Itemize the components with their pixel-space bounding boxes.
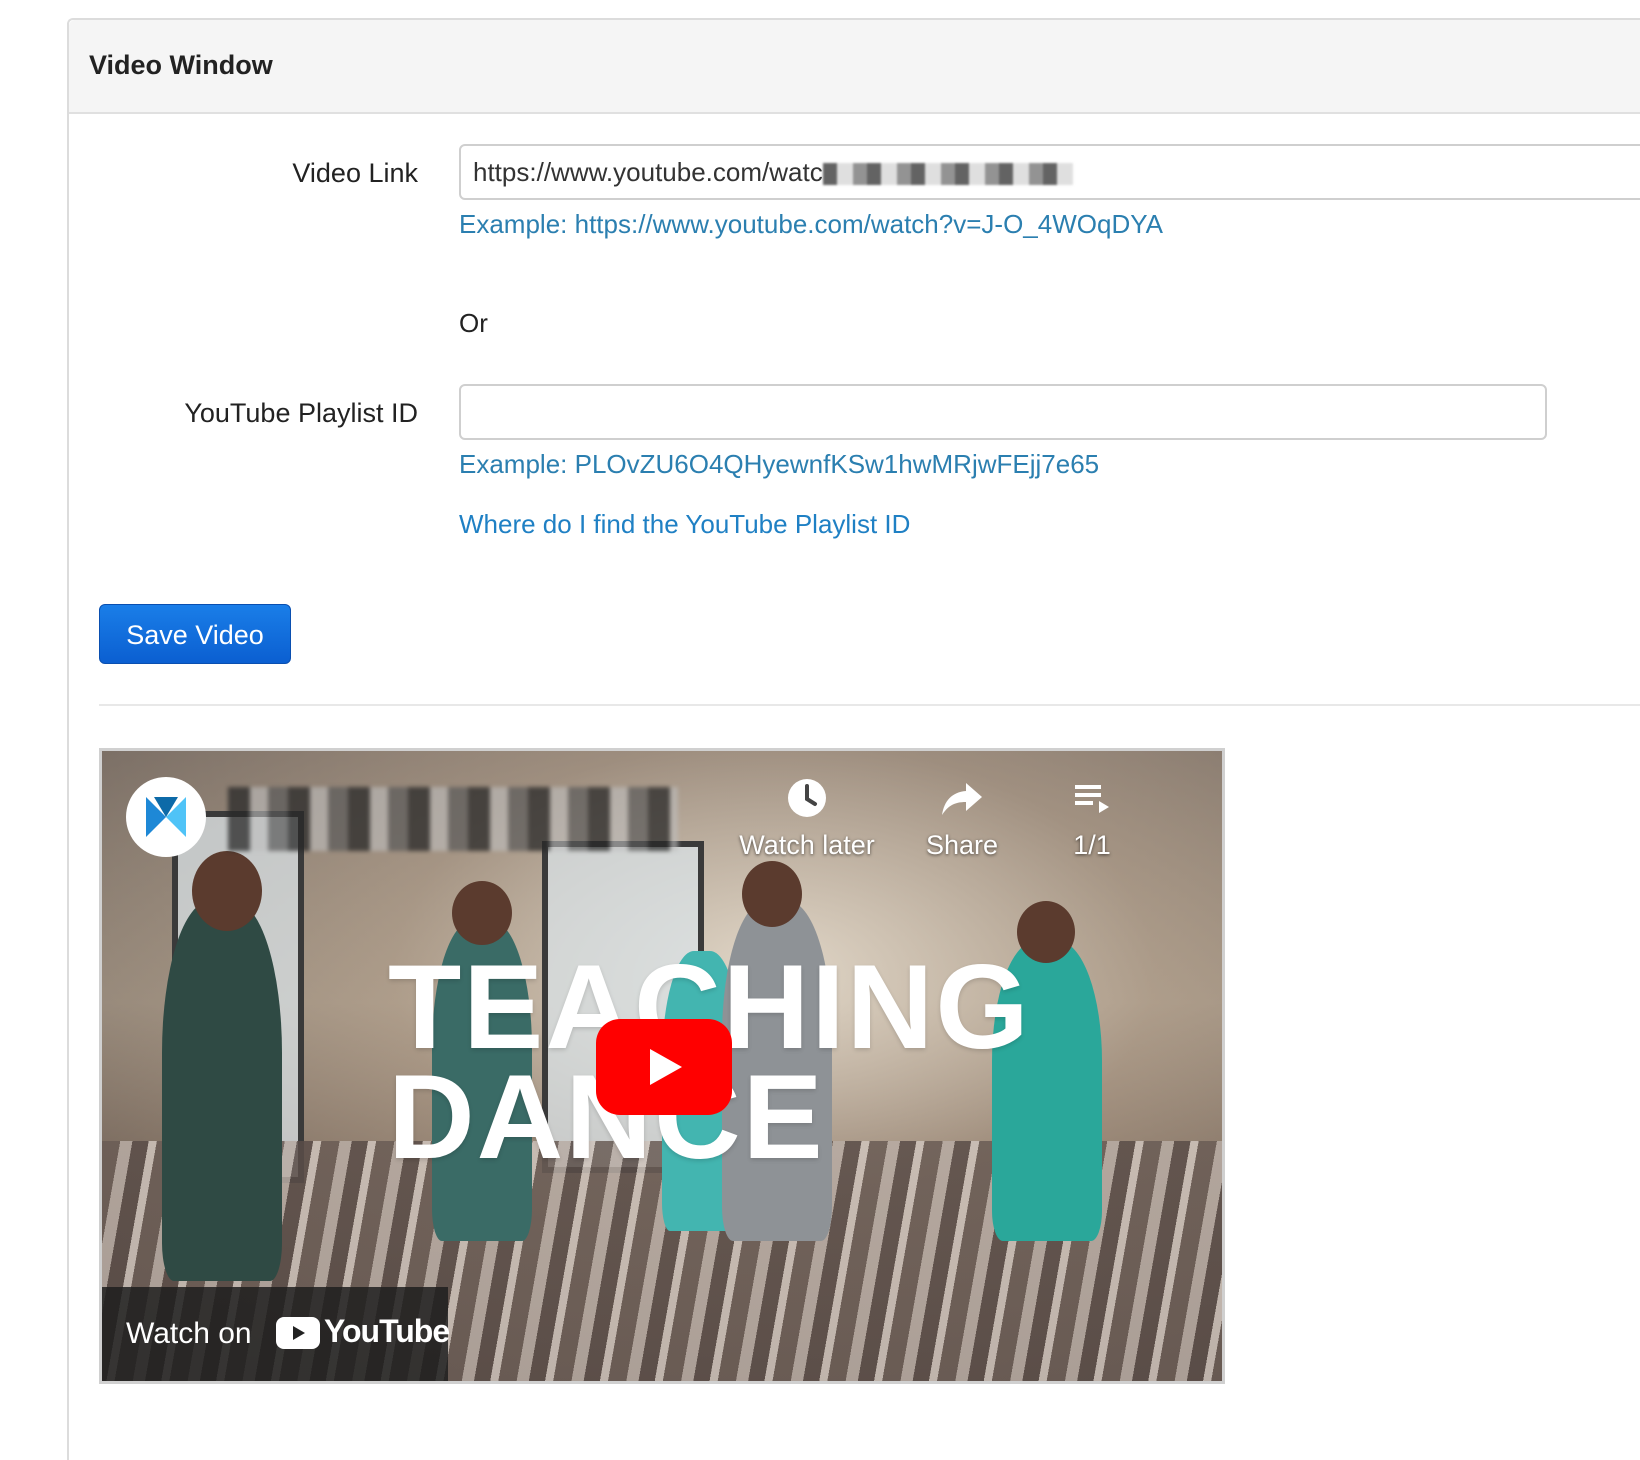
dancer-head bbox=[452, 881, 512, 945]
redacted-video-title bbox=[228, 787, 678, 851]
youtube-logo-icon bbox=[276, 1317, 320, 1349]
play-icon bbox=[650, 1049, 682, 1085]
playlist-button[interactable]: 1/1 bbox=[1042, 777, 1142, 861]
or-separator: Or bbox=[459, 308, 488, 338]
section-divider bbox=[99, 704, 1640, 706]
save-video-button[interactable]: Save Video bbox=[99, 604, 291, 664]
play-button[interactable] bbox=[596, 1019, 732, 1115]
clock-icon bbox=[788, 779, 826, 817]
share-button[interactable]: Share bbox=[907, 777, 1017, 861]
playlist-id-input[interactable] bbox=[459, 384, 1547, 440]
playlist-id-label: YouTube Playlist ID bbox=[184, 398, 418, 428]
redacted-url-segment bbox=[822, 163, 1073, 186]
playlist-id-help-link[interactable]: Where do I find the YouTube Playlist ID bbox=[459, 509, 910, 540]
playlist-id-example: Example: PLOvZU6O4QHyewnfKSw1hwMRjwFEjj7… bbox=[459, 449, 1100, 479]
dancer-figure bbox=[162, 901, 282, 1281]
panel-header: Video Window bbox=[69, 20, 1640, 114]
watch-later-label: Watch later bbox=[739, 830, 875, 860]
share-label: Share bbox=[925, 830, 999, 860]
youtube-wordmark: YouTube bbox=[324, 1313, 450, 1349]
video-link-input[interactable]: https://www.youtube.com/watc bbox=[459, 144, 1640, 200]
youtube-embed-player[interactable]: Watch later Share 1/1 TEACHING DANCE Wat… bbox=[99, 748, 1225, 1384]
watch-on-youtube-button[interactable]: Watch on YouTube bbox=[102, 1287, 450, 1381]
watch-later-button[interactable]: Watch later bbox=[732, 777, 882, 861]
video-link-value: https://www.youtube.com/watc bbox=[473, 157, 823, 187]
share-arrow-icon bbox=[942, 783, 982, 815]
panel-title: Video Window bbox=[89, 50, 273, 80]
channel-logo-icon[interactable] bbox=[126, 777, 206, 857]
playlist-count: 1/1 bbox=[1073, 830, 1111, 860]
playlist-icon bbox=[1075, 785, 1109, 813]
video-link-label: Video Link bbox=[292, 158, 418, 188]
dancer-head bbox=[742, 861, 802, 927]
dancer-head bbox=[192, 851, 262, 931]
watch-on-label: Watch on bbox=[126, 1317, 252, 1350]
video-link-example: Example: https://www.youtube.com/watch?v… bbox=[459, 209, 1163, 239]
